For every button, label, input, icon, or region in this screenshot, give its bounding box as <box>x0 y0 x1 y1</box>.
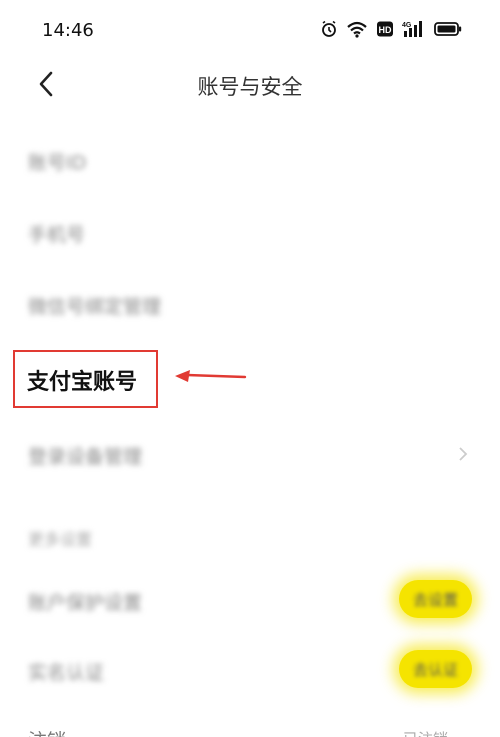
wifi-icon <box>346 20 368 38</box>
list-item-device[interactable]: 登录设备管理 <box>0 416 500 488</box>
list-item-label: 微信号绑定管理 <box>28 296 162 318</box>
hd-icon: HD <box>376 20 394 38</box>
list-item-label: 手机号 <box>28 224 86 246</box>
battery-icon <box>434 21 462 37</box>
list-item-label: 账号ID <box>28 152 87 174</box>
annotation-arrow-icon <box>175 370 247 382</box>
list-item-deregister[interactable]: 注销 已注销 <box>0 718 500 737</box>
badge-label: 去设置 <box>412 590 458 609</box>
list-item-label: 注销 <box>28 726 66 737</box>
svg-text:HD: HD <box>379 25 392 35</box>
list-item-value: 已注销 <box>403 728 448 737</box>
status-icons: HD 4G <box>320 20 462 38</box>
4g-signal-icon: 4G <box>402 20 426 38</box>
chevron-right-icon <box>459 447 468 461</box>
list-item-phone[interactable]: 手机号 <box>0 194 500 266</box>
badge-label: 去认证 <box>412 660 458 679</box>
list-item-wechat[interactable]: 微信号绑定管理 <box>0 266 500 338</box>
page-title: 账号与安全 <box>197 75 303 99</box>
list-item-label: 实名认证 <box>28 662 105 684</box>
alipay-account-label: 支付宝账号 <box>27 370 138 395</box>
section-header: 更多设置 <box>28 530 93 549</box>
nav-bar: 账号与安全 <box>0 62 500 106</box>
list-item-label: 登录设备管理 <box>28 446 143 468</box>
svg-text:4G: 4G <box>402 22 412 29</box>
list-item-account-id[interactable]: 账号ID <box>0 122 500 194</box>
status-bar: 14:46 HD 4G <box>0 0 500 62</box>
verify-badge-button[interactable]: 去认证 <box>398 650 472 688</box>
alarm-icon <box>320 20 338 38</box>
setup-badge-button[interactable]: 去设置 <box>398 580 472 618</box>
list-item-label: 账户保护设置 <box>28 592 143 614</box>
status-time: 14:46 <box>42 20 94 41</box>
